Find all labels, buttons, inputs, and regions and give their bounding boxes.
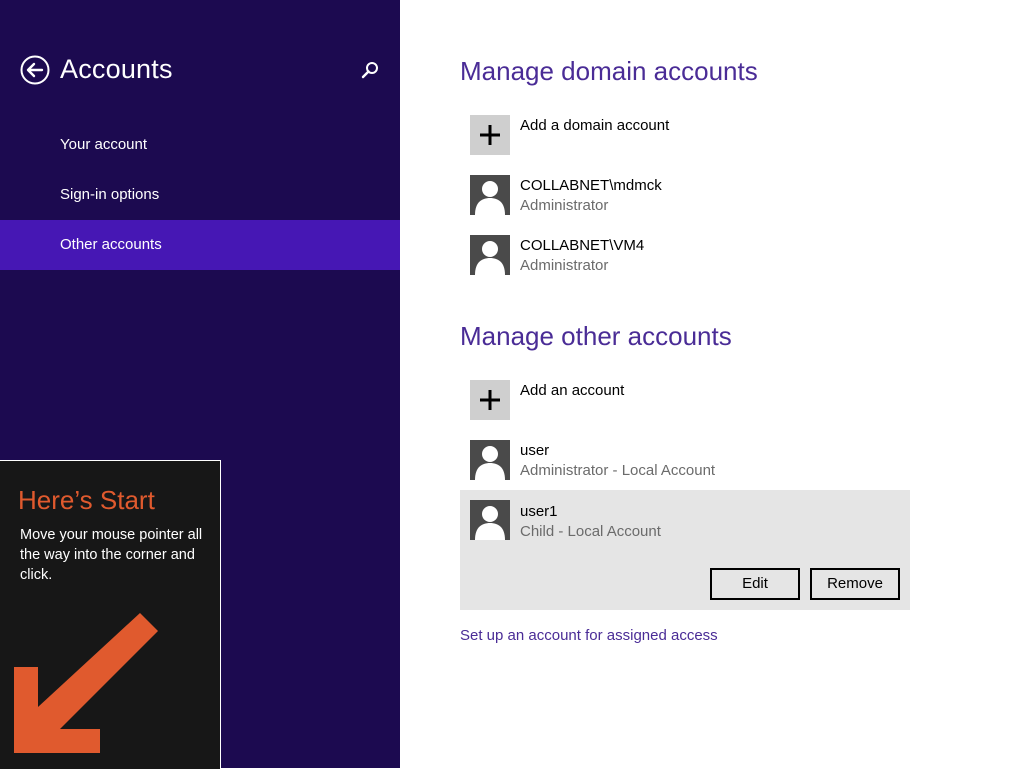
add-domain-account-button[interactable]: Add a domain account [460, 111, 910, 171]
account-name: COLLABNET\VM4 [520, 237, 645, 254]
account-name: user [520, 442, 550, 459]
account-row[interactable]: user Administrator - Local Account [460, 436, 910, 496]
add-account-label: Add an account [520, 382, 625, 399]
start-tip-panel: Here’s Start Move your mouse pointer all… [0, 460, 221, 769]
assigned-access-link[interactable]: Set up an account for assigned access [460, 627, 718, 644]
add-account-button[interactable]: Add an account [460, 376, 910, 436]
nav-item-label: Sign-in options [60, 186, 160, 203]
edit-button[interactable]: Edit [710, 568, 800, 600]
user-icon [470, 175, 510, 215]
account-row[interactable]: COLLABNET\VM4 Administrator [460, 231, 910, 291]
remove-button[interactable]: Remove [810, 568, 900, 600]
user-icon [470, 440, 510, 480]
nav-item-sign-in-options[interactable]: Sign-in options [0, 170, 400, 220]
plus-icon [470, 380, 510, 420]
account-role: Administrator [520, 197, 609, 214]
account-row[interactable]: COLLABNET\mdmck Administrator [460, 171, 910, 231]
page-title: Accounts [60, 54, 173, 84]
account-row-selected[interactable]: user1 Child - Local Account Edit Remove [460, 490, 910, 610]
account-name: user1 [520, 503, 558, 520]
add-domain-account-label: Add a domain account [520, 117, 670, 134]
start-tip-title: Here’s Start [18, 485, 155, 515]
user-icon [470, 500, 510, 540]
account-role: Administrator [520, 257, 609, 274]
nav-item-other-accounts[interactable]: Other accounts [0, 220, 400, 270]
back-arrow-icon[interactable] [20, 55, 50, 85]
nav-item-label: Your account [60, 136, 148, 153]
start-tip-body: Move your mouse pointer all the way into… [20, 527, 203, 583]
account-name: COLLABNET\mdmck [520, 177, 662, 194]
domain-section-heading: Manage domain accounts [460, 56, 758, 86]
plus-icon [470, 115, 510, 155]
account-role: Administrator - Local Account [520, 462, 716, 479]
account-role: Child - Local Account [520, 523, 661, 540]
search-icon[interactable] [360, 60, 380, 80]
nav-item-your-account[interactable]: Your account [0, 120, 400, 170]
user-icon [470, 235, 510, 275]
other-section-heading: Manage other accounts [460, 321, 732, 351]
corner-arrow-icon [14, 613, 158, 753]
nav-item-label: Other accounts [60, 236, 162, 253]
